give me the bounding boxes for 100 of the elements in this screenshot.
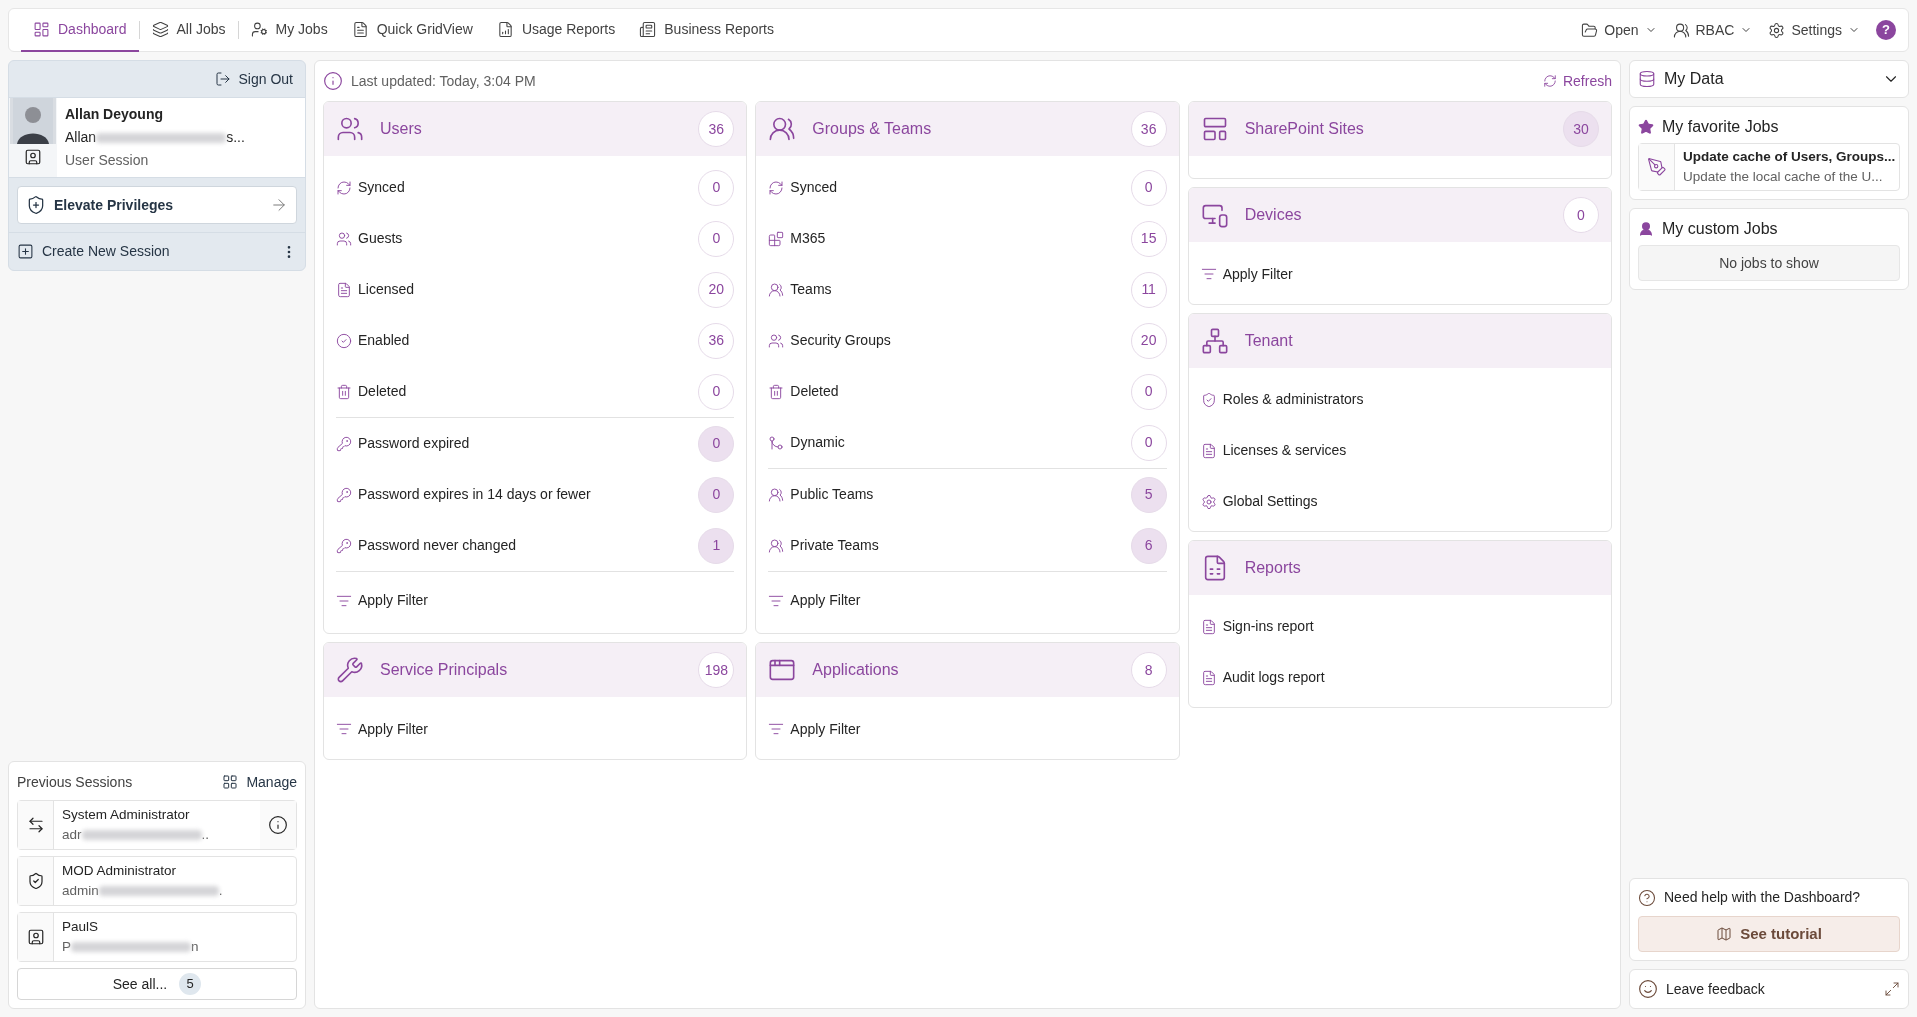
filter-icon [1200,266,1217,282]
row-icon [1200,669,1217,686]
row-icon [768,486,785,503]
manage-button[interactable]: Manage [222,771,297,793]
row-link[interactable]: Deleted [790,381,1125,402]
card-title: Tenant [1244,331,1294,351]
nav-tab[interactable]: Usage Reports [484,8,628,52]
account-text: P [62,938,71,956]
row-icon [768,179,785,196]
create-session-link[interactable]: Create New Session [42,241,273,262]
account-text: Allan [65,128,97,147]
row-link[interactable]: Deleted [358,381,693,402]
card-header[interactable]: Devices 0 [1188,188,1611,242]
row-link[interactable]: Password never changed [358,535,693,556]
elevate-button[interactable]: Elevate Privileges [17,186,297,224]
row-link[interactable]: Roles & administrators [1222,389,1599,410]
nav-tab[interactable]: Dashboard [21,8,139,52]
menu-button[interactable]: RBAC [1664,19,1761,41]
count-badge: 20 [1130,322,1167,359]
apply-filter-link[interactable]: Apply Filter [358,590,429,611]
apply-filter-link[interactable]: Apply Filter [1222,263,1293,285]
my-data-header[interactable]: My Data [1629,60,1909,98]
card-header[interactable]: Tenant [1188,314,1611,368]
menu-icon [1581,21,1599,39]
row-link[interactable]: Sign-ins report [1222,616,1599,637]
count-badge: 0 [698,373,735,410]
filter-icon [768,721,785,737]
card-header[interactable]: Service Principals 198 [324,643,747,697]
sign-out-icon [214,71,231,87]
account-text: . [218,882,223,900]
info-icon[interactable] [268,815,288,835]
count-badge: 6 [1130,527,1167,564]
refresh-button[interactable]: Refresh [1542,70,1612,92]
count-badge: 30 [1563,111,1599,147]
panel-title: Previous Sessions [17,772,133,792]
row-icon [768,383,785,400]
see-all-button[interactable]: See all... 5 [17,968,297,1000]
manage-icon [222,774,239,790]
row-link[interactable]: Licenses & services [1222,440,1599,461]
row-link[interactable]: Enabled [358,330,693,351]
tab-icon [496,20,514,38]
person-icon [1638,221,1654,237]
category-icon [336,115,364,143]
see-tutorial-button[interactable]: See tutorial [1638,916,1900,952]
apply-filter-link[interactable]: Apply Filter [790,590,861,611]
row-link[interactable]: Dynamic [790,432,1125,453]
row-icon [336,179,352,196]
row-icon [768,434,785,451]
menu-button[interactable]: Open [1573,19,1665,41]
row-link[interactable]: Synced [358,177,693,198]
card-header[interactable]: Users 36 [324,102,747,156]
count-badge: 0 [698,169,735,206]
session-item[interactable]: PaulS P n [17,912,297,962]
card-header[interactable]: SharePoint Sites 30 [1188,102,1611,156]
count-badge: 198 [698,652,735,688]
row-link[interactable]: Password expired [358,433,693,454]
session-item[interactable]: System Administrator adr .. [17,800,297,850]
card-title: SharePoint Sites [1244,119,1365,139]
card-header[interactable]: Applications 8 [756,643,1179,697]
help-button[interactable]: ? [1876,20,1896,40]
row-link[interactable]: Password expires in 14 days or fewer [358,484,693,505]
row-link[interactable]: Licensed [358,279,693,300]
nav-tab[interactable]: My Jobs [238,8,340,52]
row-link[interactable]: Private Teams [790,535,1125,556]
job-item[interactable]: Update cache of Users, Groups... Update the local cache of the U... [1638,143,1900,191]
account-text: n [191,938,199,956]
menu-button[interactable]: Settings [1760,19,1868,41]
nav-tab[interactable]: Business Reports [627,8,786,52]
menu-icon [1672,21,1690,39]
row-link[interactable]: Public Teams [790,484,1125,505]
tab-icon [639,20,657,38]
card-header[interactable]: Groups & Teams 36 [756,102,1179,156]
row-link[interactable]: Teams [790,279,1125,300]
job-description: Update the local cache of the U... [1683,168,1884,186]
apply-filter-link[interactable]: Apply Filter [790,718,861,740]
row-link[interactable]: Security Groups [790,330,1125,351]
card-header[interactable]: Reports [1188,541,1611,595]
pen-icon [1646,157,1667,177]
row-link[interactable]: Guests [358,228,693,249]
panel-title: My custom Jobs [1662,219,1778,239]
row-link[interactable]: Global Settings [1222,491,1599,512]
sign-out-button[interactable]: Sign Out [214,68,293,90]
session-item[interactable]: MOD Administrator admin . [17,856,297,906]
count-badge: 36 [1130,111,1167,147]
count-badge: 0 [698,220,735,257]
feedback-bar[interactable]: Leave feedback [1629,969,1909,1009]
apply-filter-link[interactable]: Apply Filter [358,718,429,740]
row-icon [1200,442,1217,459]
panel-title: My favorite Jobs [1662,117,1779,137]
row-link[interactable]: Audit logs report [1222,667,1599,688]
row-link[interactable]: M365 [790,228,1125,249]
row-link[interactable]: Synced [790,177,1125,198]
nav-tab[interactable]: Quick GridView [339,8,485,52]
nav-tab[interactable]: All Jobs [139,8,238,52]
card-title: Users [380,119,423,139]
card-title: Groups & Teams [812,119,933,139]
row-icon [336,486,352,503]
session-name: System Administrator [62,805,191,824]
shield-plus-icon [26,195,46,215]
count-badge: 15 [1130,220,1167,257]
